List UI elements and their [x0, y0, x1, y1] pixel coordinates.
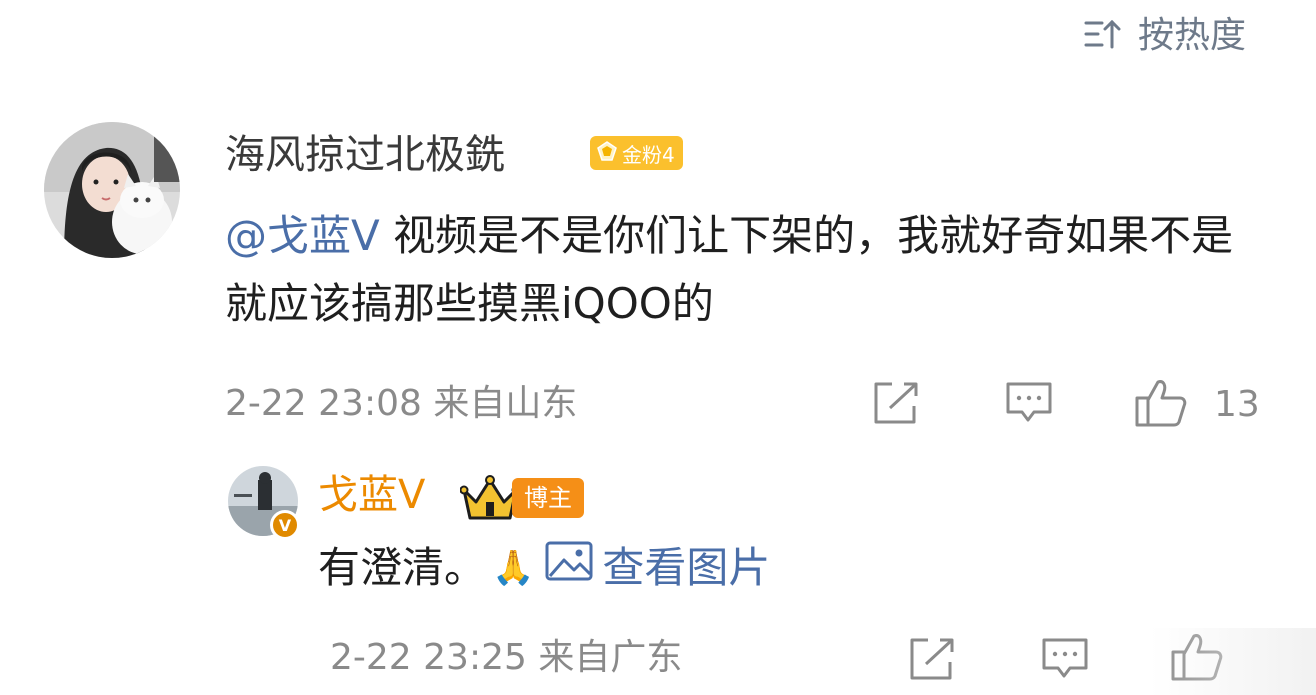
reply-time-location: 2-22 23:25 来自广东 — [330, 637, 683, 678]
sort-label: 按热度 — [1138, 15, 1247, 56]
fan-badge-label: 金粉4 — [622, 142, 675, 167]
comment-icon — [1004, 380, 1054, 430]
avatar[interactable] — [44, 122, 180, 258]
reply-button[interactable] — [1004, 380, 1054, 430]
comment-thread: 按热度 海风掠过北极銑 金粉4 @戈蓝V 视频是不是你们让下架的，我就好奇如果不… — [0, 0, 1316, 695]
fan-level-badge[interactable]: 金粉4 — [590, 136, 683, 170]
pray-emoji: 🙏 — [492, 548, 535, 588]
comment-author-name[interactable]: 海风掠过北极銑 — [225, 128, 505, 182]
verified-v-icon: V — [270, 510, 300, 540]
view-image-link[interactable]: 查看图片 — [544, 538, 770, 598]
thumbs-up-icon — [1134, 378, 1188, 432]
reply-text: 有澄清。 — [318, 543, 487, 592]
comment-icon — [1040, 636, 1090, 686]
image-icon — [544, 538, 594, 598]
like-button[interactable]: 13 — [1134, 378, 1260, 432]
share-icon — [908, 636, 958, 686]
diamond-icon — [596, 140, 618, 167]
blogger-badge: 博主 — [512, 478, 584, 518]
share-icon — [872, 380, 922, 430]
reply-author-name[interactable]: 戈蓝V — [318, 468, 425, 522]
reply-body: 有澄清。 🙏 查看图片 — [318, 538, 770, 598]
like-count: 13 — [1214, 384, 1260, 425]
watermark-overlay — [1150, 628, 1316, 695]
sort-icon — [1084, 17, 1122, 55]
comment-time-location: 2-22 23:08 来自山东 — [225, 383, 578, 424]
crown-icon — [459, 474, 521, 526]
reply-share-button[interactable] — [908, 636, 958, 686]
comment-body: @戈蓝V 视频是不是你们让下架的，我就好奇如果不是就应该搞那些摸黑iQOO的 — [225, 202, 1275, 338]
view-image-label: 查看图片 — [602, 543, 771, 592]
mention-link[interactable]: @戈蓝V — [225, 211, 380, 260]
share-button[interactable] — [872, 380, 922, 430]
reply-comment-button[interactable] — [1040, 636, 1090, 686]
sort-by-hot-button[interactable]: 按热度 — [1084, 14, 1246, 58]
